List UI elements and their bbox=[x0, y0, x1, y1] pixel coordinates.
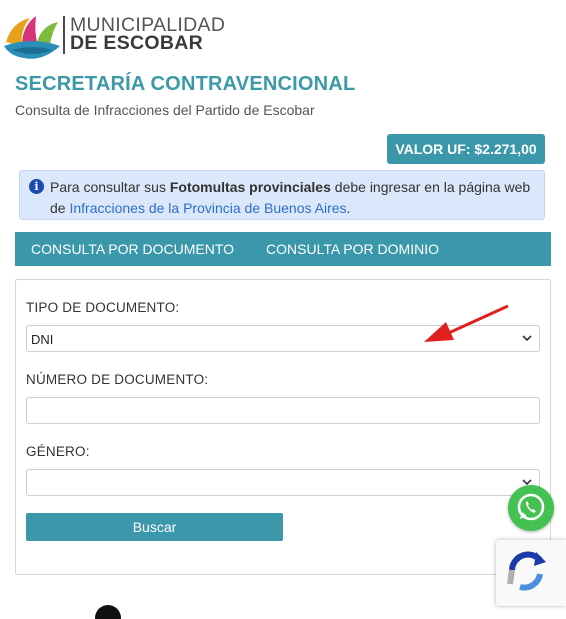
red-arrow-annotation bbox=[424, 304, 509, 342]
page-title: SECRETARÍA CONTRAVENCIONAL bbox=[15, 73, 356, 95]
logo-wordmark: MUNICIPALIDAD DE ESCOBAR bbox=[70, 15, 225, 54]
doc-type-selected-value: DNI bbox=[31, 332, 54, 347]
search-button[interactable]: Buscar bbox=[26, 513, 283, 541]
alert-text-3: . bbox=[346, 200, 351, 216]
gender-label: GÉNERO: bbox=[26, 444, 90, 459]
uf-value-badge: VALOR UF: $2.271,00 bbox=[387, 134, 545, 164]
gender-select[interactable] bbox=[26, 469, 540, 496]
logo-line-2: DE ESCOBAR bbox=[70, 32, 204, 54]
alert-bold-text: Fotomultas provinciales bbox=[169, 179, 331, 195]
alert-text-1: Para consultar sus bbox=[50, 179, 170, 195]
doc-number-input[interactable] bbox=[26, 397, 540, 424]
site-header: MUNICIPALIDAD DE ESCOBAR bbox=[0, 0, 566, 64]
doc-number-label: NÚMERO DE DOCUMENTO: bbox=[26, 372, 209, 387]
info-alert: i Para consultar sus Fotomultas provinci… bbox=[19, 170, 545, 220]
whatsapp-icon[interactable] bbox=[508, 485, 554, 531]
page-subtitle: Consulta de Infracciones del Partido de … bbox=[15, 102, 315, 118]
tab-consulta-documento[interactable]: CONSULTA POR DOCUMENTO bbox=[15, 232, 250, 266]
logo-divider bbox=[63, 16, 65, 54]
recaptcha-icon[interactable] bbox=[496, 540, 566, 606]
bottom-partial-icon bbox=[95, 605, 121, 619]
chevron-down-icon bbox=[522, 335, 532, 342]
municipality-logo bbox=[4, 16, 60, 59]
query-tabs: CONSULTA POR DOCUMENTO CONSULTA POR DOMI… bbox=[15, 232, 551, 266]
doc-type-label: TIPO DE DOCUMENTO: bbox=[26, 300, 180, 315]
province-infractions-link[interactable]: Infracciones de la Provincia de Buenos A… bbox=[69, 200, 346, 216]
tab-consulta-dominio[interactable]: CONSULTA POR DOMINIO bbox=[250, 232, 455, 266]
info-icon: i bbox=[29, 179, 44, 194]
